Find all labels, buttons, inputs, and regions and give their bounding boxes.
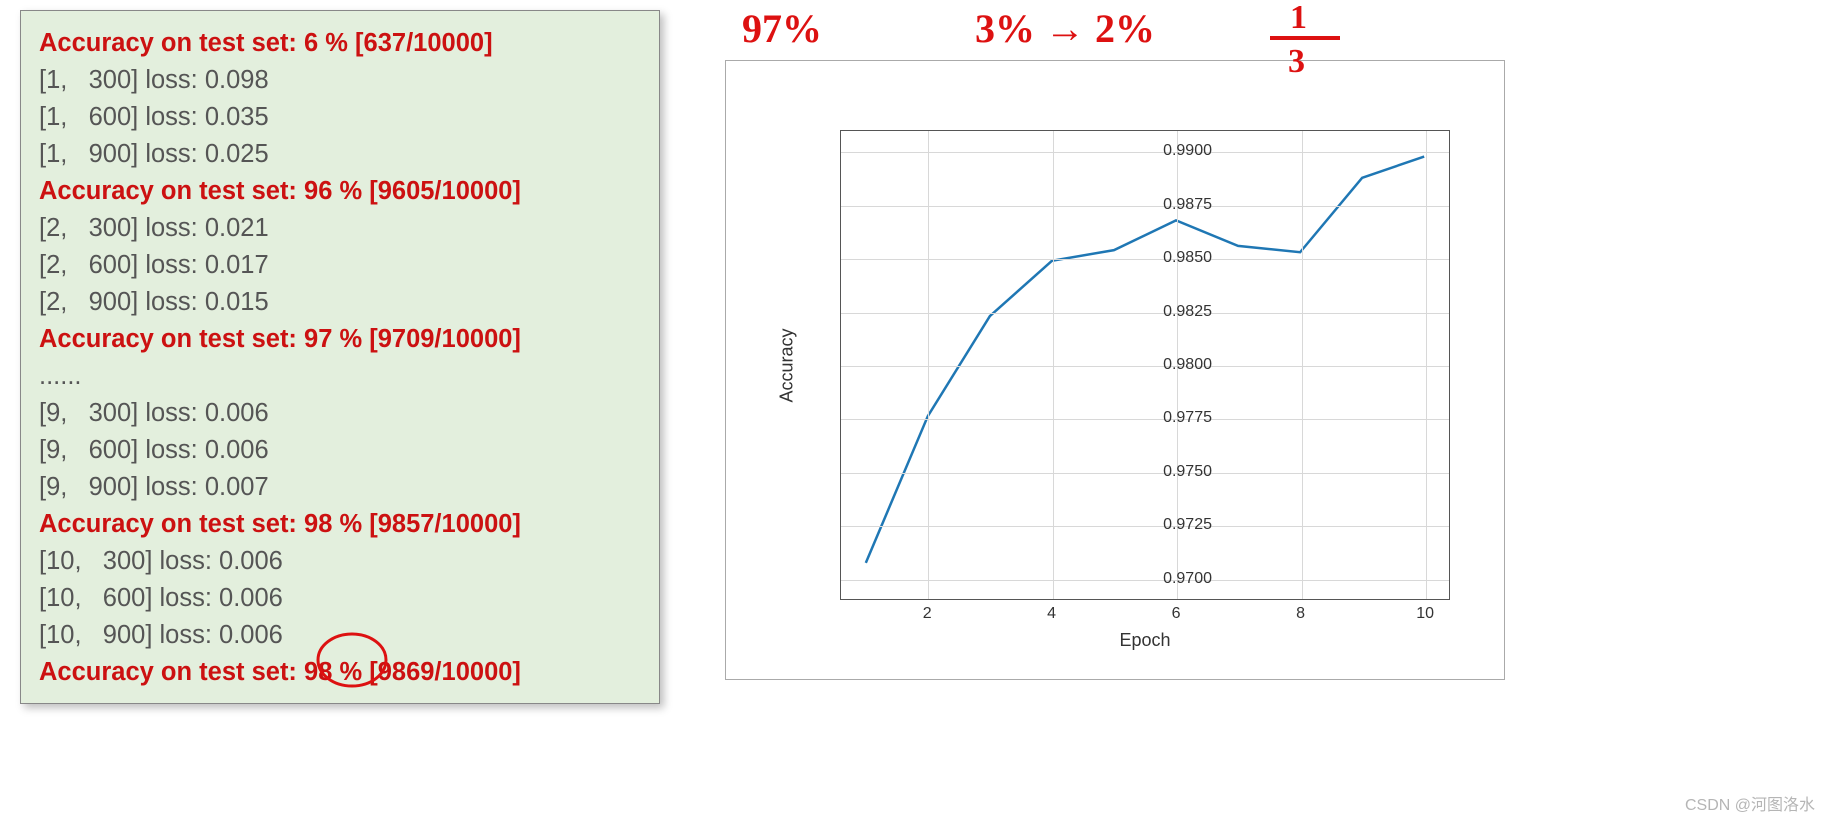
loss-line: [2, 300] loss: 0.021 — [39, 210, 641, 247]
accuracy-line: Accuracy on test set: 97 % [9709/10000] — [39, 321, 641, 358]
handwriting-3-to-2-percent: 3% → 2% — [975, 0, 1235, 60]
x-tick-label: 4 — [1047, 605, 1056, 623]
grid-line-horizontal — [841, 366, 1449, 367]
y-tick-label: 0.9750 — [1163, 463, 1212, 481]
loss-line: [9, 600] loss: 0.006 — [39, 432, 641, 469]
chart-xlabel: Epoch — [840, 630, 1450, 651]
accuracy-line: Accuracy on test set: 98 % [9857/10000] — [39, 506, 641, 543]
loss-line: [2, 900] loss: 0.015 — [39, 284, 641, 321]
loss-line: [10, 300] loss: 0.006 — [39, 543, 641, 580]
svg-text:97%: 97% — [742, 6, 822, 51]
handwriting-97-percent: 97% — [742, 0, 872, 60]
y-tick-label: 0.9825 — [1163, 303, 1212, 321]
loss-line: [1, 900] loss: 0.025 — [39, 136, 641, 173]
grid-line-horizontal — [841, 526, 1449, 527]
loss-line: [9, 900] loss: 0.007 — [39, 469, 641, 506]
loss-line: [1, 600] loss: 0.035 — [39, 99, 641, 136]
accuracy-line: Accuracy on test set: 98 % [9869/10000] — [39, 654, 641, 691]
grid-line-horizontal — [841, 206, 1449, 207]
y-tick-label: 0.9700 — [1163, 570, 1212, 588]
x-tick-label: 10 — [1416, 605, 1434, 623]
y-tick-label: 0.9725 — [1163, 516, 1212, 534]
loss-line: [2, 600] loss: 0.017 — [39, 247, 641, 284]
y-tick-label: 0.9775 — [1163, 409, 1212, 427]
y-tick-label: 0.9850 — [1163, 249, 1212, 267]
grid-line-horizontal — [841, 473, 1449, 474]
loss-line: [10, 600] loss: 0.006 — [39, 580, 641, 617]
grid-line-vertical — [928, 131, 929, 599]
x-tick-label: 8 — [1296, 605, 1305, 623]
grid-line-horizontal — [841, 152, 1449, 153]
chart-ylabel: Accuracy — [750, 130, 824, 600]
grid-line-horizontal — [841, 313, 1449, 314]
accuracy-chart-plot — [840, 130, 1450, 600]
loss-line: [10, 900] loss: 0.006 — [39, 617, 641, 654]
grid-line-horizontal — [841, 259, 1449, 260]
grid-line-horizontal — [841, 419, 1449, 420]
accuracy-line: Accuracy on test set: 96 % [9605/10000] — [39, 173, 641, 210]
grid-line-vertical — [1426, 131, 1427, 599]
x-tick-label: 2 — [923, 605, 932, 623]
loss-line: [9, 300] loss: 0.006 — [39, 395, 641, 432]
y-tick-label: 0.9800 — [1163, 356, 1212, 374]
accuracy-line: Accuracy on test set: 6 % [637/10000] — [39, 25, 641, 62]
svg-text:3% → 2%: 3% → 2% — [975, 6, 1155, 51]
loss-line: ...... — [39, 358, 641, 395]
svg-text:1: 1 — [1290, 0, 1307, 36]
grid-line-vertical — [1302, 131, 1303, 599]
y-tick-label: 0.9875 — [1163, 196, 1212, 214]
y-tick-label: 0.9900 — [1163, 142, 1212, 160]
training-log-console: Accuracy on test set: 6 % [637/10000][1,… — [20, 10, 660, 704]
loss-line: [1, 300] loss: 0.098 — [39, 62, 641, 99]
x-tick-label: 6 — [1172, 605, 1181, 623]
watermark: CSDN @河图洛水 — [1685, 791, 1815, 815]
accuracy-line-series — [841, 131, 1449, 599]
grid-line-horizontal — [841, 580, 1449, 581]
grid-line-vertical — [1053, 131, 1054, 599]
